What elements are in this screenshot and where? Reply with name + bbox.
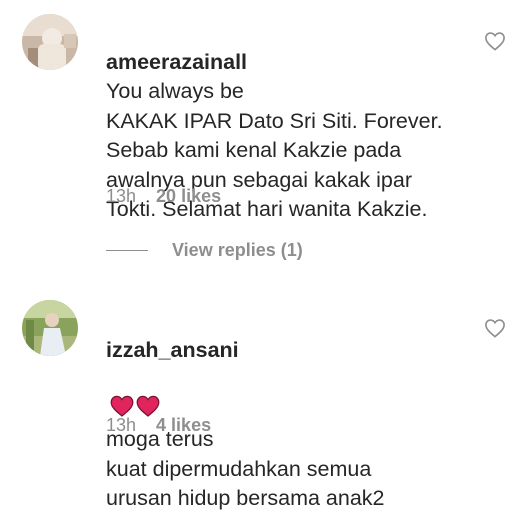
comment-body: moga terus kuat dipermudahkan semua urus… (106, 427, 385, 510)
comment-likes[interactable]: 20 likes (156, 186, 221, 207)
comment-likes[interactable]: 4 likes (156, 415, 211, 436)
like-heart-icon[interactable] (484, 31, 506, 51)
avatar[interactable] (22, 14, 78, 70)
red-heart-emoji-icon (110, 395, 134, 417)
comment-meta: 13h 4 likes (106, 415, 211, 436)
comment-meta: 13h 20 likes (106, 186, 221, 207)
comment-text: izzah_ansani moga terus kuat dipermudahk… (106, 306, 466, 514)
comment-time[interactable]: 13h (106, 186, 136, 207)
comment-username[interactable]: ameerazainall (106, 50, 247, 74)
red-heart-emoji-icon (136, 395, 160, 417)
comment-time[interactable]: 13h (106, 415, 136, 436)
view-replies-button[interactable]: View replies (1) (106, 240, 303, 261)
avatar[interactable] (22, 300, 78, 356)
view-replies-label: View replies (1) (172, 240, 303, 260)
comment-username[interactable]: izzah_ansani (106, 338, 239, 362)
like-heart-icon[interactable] (484, 318, 506, 338)
replies-divider (106, 250, 148, 251)
